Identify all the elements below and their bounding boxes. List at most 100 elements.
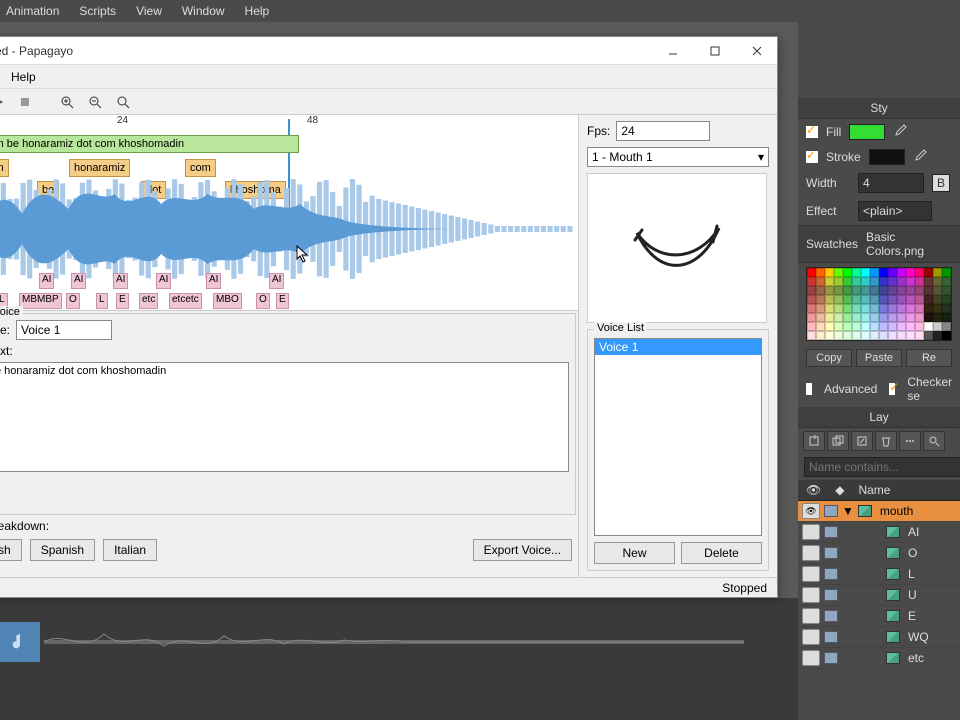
swatch-cell[interactable]	[816, 295, 825, 304]
phoneme-block[interactable]: AI	[39, 273, 54, 289]
swatch-cell[interactable]	[816, 313, 825, 322]
layer-row[interactable]: 👁E	[798, 606, 960, 627]
waveform-area[interactable]: 24 48 lam be honaramiz dot com khoshomad…	[0, 115, 578, 311]
swatch-cell[interactable]	[834, 313, 843, 322]
swatch-cell[interactable]	[816, 286, 825, 295]
phoneme-block[interactable]: E	[116, 293, 129, 309]
visibility-toggle[interactable]: 👁	[802, 545, 820, 561]
phoneme-block[interactable]: AI	[156, 273, 171, 289]
swatch-cell[interactable]	[834, 295, 843, 304]
swatch-cell[interactable]	[942, 331, 951, 340]
stroke-checkbox[interactable]	[806, 151, 818, 163]
layer-row[interactable]: 👁L	[798, 564, 960, 585]
swatch-cell[interactable]	[915, 286, 924, 295]
swatch-cell[interactable]	[924, 286, 933, 295]
menu-help[interactable]: Help	[11, 70, 36, 84]
swatch-cell[interactable]	[861, 295, 870, 304]
swatch-cell[interactable]	[879, 268, 888, 277]
swatch-cell[interactable]	[825, 295, 834, 304]
swatch-cell[interactable]	[897, 277, 906, 286]
visibility-toggle[interactable]: 👁	[802, 629, 820, 645]
swatch-cell[interactable]	[888, 295, 897, 304]
swatch-cell[interactable]	[834, 322, 843, 331]
swatch-cell[interactable]	[852, 286, 861, 295]
swatch-cell[interactable]	[906, 286, 915, 295]
visibility-toggle[interactable]: 👁	[802, 566, 820, 582]
swatch-cell[interactable]	[825, 313, 834, 322]
reset-button[interactable]: Re	[906, 349, 952, 367]
swatch-cell[interactable]	[924, 268, 933, 277]
swatch-cell[interactable]	[843, 277, 852, 286]
close-button[interactable]	[745, 39, 769, 63]
minimize-button[interactable]	[661, 39, 685, 63]
new-voice-button[interactable]: New	[594, 542, 675, 564]
layer-row[interactable]: 👁U	[798, 585, 960, 606]
phoneme-block[interactable]: AI	[206, 273, 221, 289]
swatch-cell[interactable]	[852, 295, 861, 304]
swatch-cell[interactable]	[807, 331, 816, 340]
swatch-cell[interactable]	[843, 331, 852, 340]
swatch-cell[interactable]	[897, 331, 906, 340]
swatch-cell[interactable]	[843, 304, 852, 313]
mouth-select[interactable]: 1 - Mouth 1	[587, 147, 769, 167]
checker-checkbox[interactable]	[889, 383, 895, 395]
swatch-cell[interactable]	[897, 286, 906, 295]
menu-window[interactable]: Window	[182, 4, 225, 18]
swatch-cell[interactable]	[906, 295, 915, 304]
swatch-cell[interactable]	[933, 295, 942, 304]
paste-button[interactable]: Paste	[856, 349, 902, 367]
swatch-cell[interactable]	[816, 268, 825, 277]
visibility-toggle[interactable]: 👁	[802, 587, 820, 603]
voice-list-item[interactable]: Voice 1	[595, 339, 761, 355]
swatch-cell[interactable]	[825, 322, 834, 331]
swatch-cell[interactable]	[861, 277, 870, 286]
menu-animation[interactable]: Animation	[6, 4, 59, 18]
swatch-cell[interactable]	[852, 331, 861, 340]
fill-checkbox[interactable]	[806, 126, 818, 138]
voice-name-input[interactable]	[16, 320, 112, 340]
search-layer-button[interactable]	[923, 431, 945, 451]
layer-row[interactable]: 👁AI	[798, 522, 960, 543]
menu-help[interactable]: Help	[245, 4, 270, 18]
swatch-cell[interactable]	[834, 277, 843, 286]
swatch-cell[interactable]	[942, 322, 951, 331]
zoom-out-button[interactable]	[85, 92, 105, 112]
swatch-cell[interactable]	[834, 304, 843, 313]
swatch-cell[interactable]	[852, 277, 861, 286]
swatch-cell[interactable]	[915, 277, 924, 286]
layer-row[interactable]: 👁▼mouth	[798, 501, 960, 522]
swatch-cell[interactable]	[888, 277, 897, 286]
zoom-in-button[interactable]	[57, 92, 77, 112]
width-input[interactable]	[858, 173, 924, 193]
stop-button[interactable]	[15, 92, 35, 112]
swatch-cell[interactable]	[861, 322, 870, 331]
swatch-cell[interactable]	[807, 268, 816, 277]
lang-english-button[interactable]: sh	[0, 539, 22, 561]
eyedropper-icon[interactable]	[893, 123, 907, 140]
more-layer-button[interactable]	[899, 431, 921, 451]
swatch-cell[interactable]	[933, 286, 942, 295]
swatch-cell[interactable]	[843, 268, 852, 277]
spoken-text-area[interactable]: e honaramiz dot com khoshomadin	[0, 362, 569, 472]
phoneme-block[interactable]: O	[256, 293, 270, 309]
lang-spanish-button[interactable]: Spanish	[30, 539, 95, 561]
swatch-cell[interactable]	[825, 304, 834, 313]
swatch-cell[interactable]	[861, 268, 870, 277]
new-layer-button[interactable]	[803, 431, 825, 451]
swatch-cell[interactable]	[888, 268, 897, 277]
swatch-cell[interactable]	[825, 286, 834, 295]
layer-row[interactable]: 👁etc	[798, 648, 960, 669]
visibility-toggle[interactable]: 👁	[802, 650, 820, 666]
swatch-cell[interactable]	[888, 313, 897, 322]
swatch-cell[interactable]	[942, 286, 951, 295]
swatch-cell[interactable]	[897, 304, 906, 313]
swatch-cell[interactable]	[834, 268, 843, 277]
phoneme-block[interactable]: AI	[71, 273, 86, 289]
phoneme-block[interactable]: etcetc	[169, 293, 202, 309]
swatch-cell[interactable]	[807, 304, 816, 313]
fill-color-swatch[interactable]	[849, 124, 885, 140]
swatch-cell[interactable]	[870, 277, 879, 286]
swatch-cell[interactable]	[888, 304, 897, 313]
swatch-cell[interactable]	[897, 322, 906, 331]
swatch-cell[interactable]	[852, 304, 861, 313]
